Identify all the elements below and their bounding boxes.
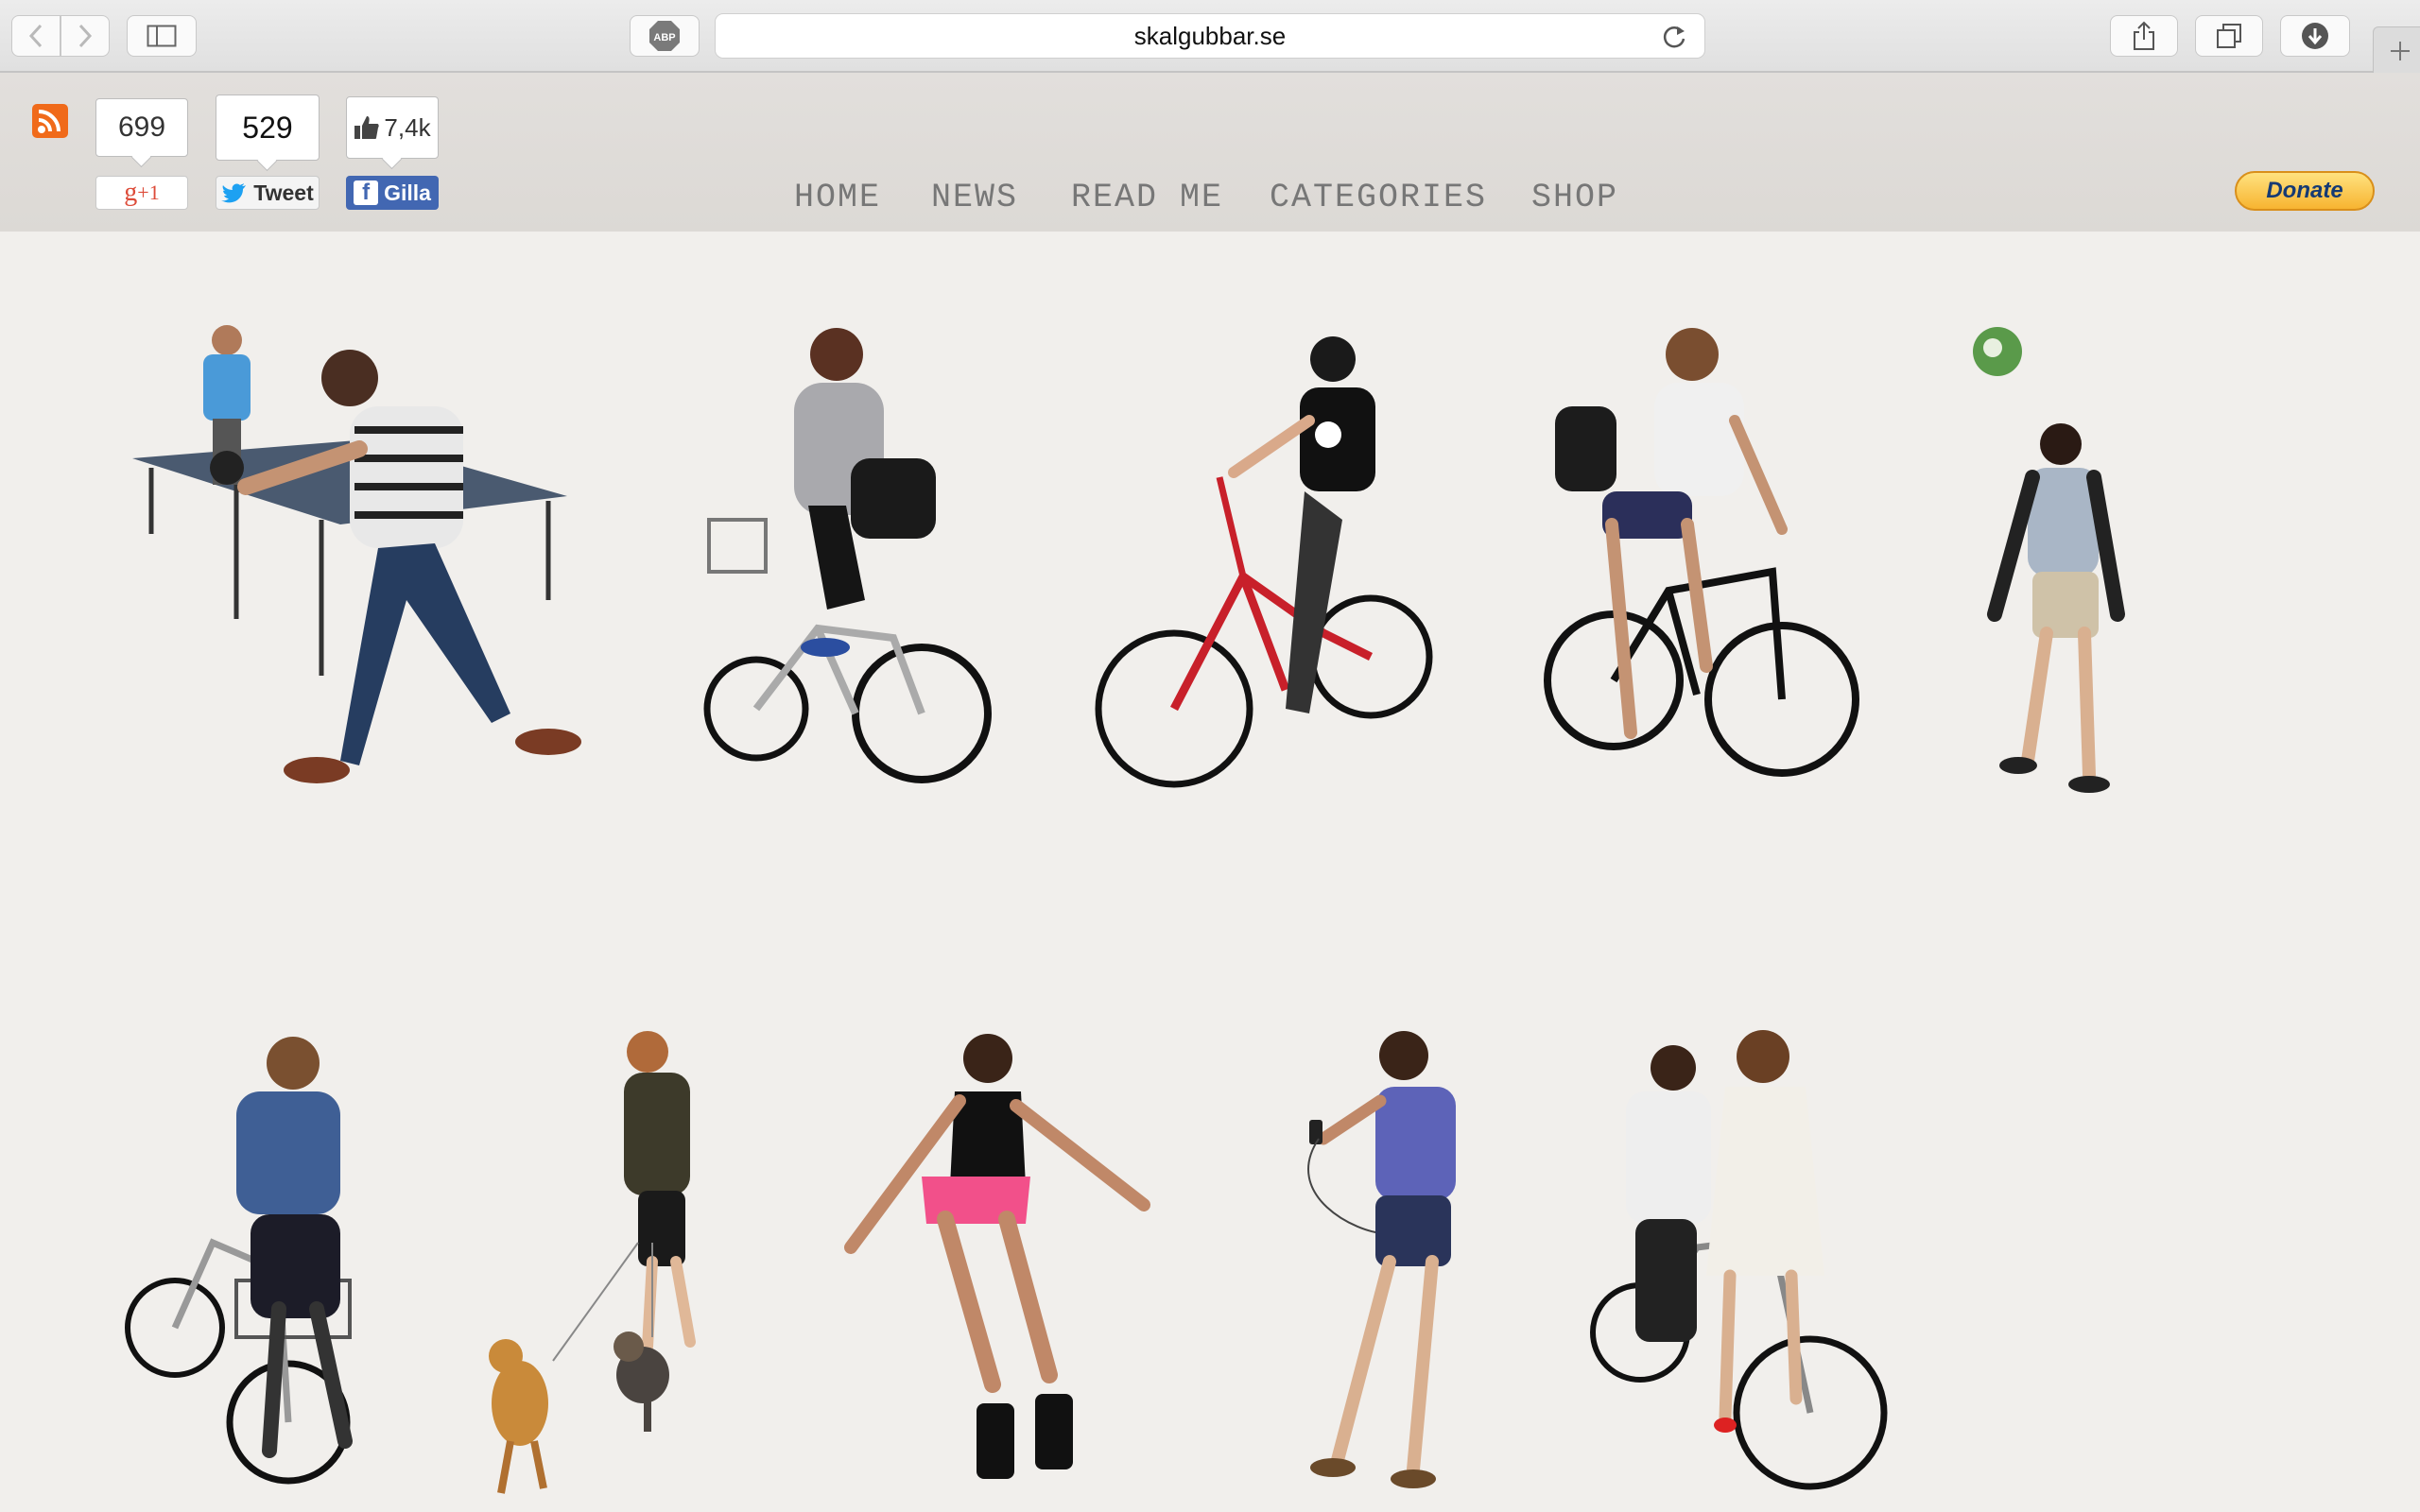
nav-news[interactable]: NEWS (931, 179, 1018, 216)
gallery-item-woman-red-bike[interactable] (1095, 331, 1437, 803)
gplus-count-value: 699 (117, 112, 166, 143)
tweet-count-value: 529 (242, 110, 293, 145)
rss-button[interactable] (32, 104, 68, 138)
facebook-icon: f (354, 180, 379, 205)
chevron-right-icon (78, 24, 93, 48)
gallery-item-man-walking-bike[interactable] (125, 1025, 373, 1503)
ping-pong-figure (132, 325, 581, 783)
thumbs-up-icon (354, 116, 380, 139)
gallery-item-couple-bike[interactable] (1583, 1021, 1895, 1503)
cyclist-bag-figure (703, 328, 992, 783)
gplus-g-icon: g (124, 178, 138, 207)
twitter-bird-icon (221, 183, 247, 203)
tabs-icon (2217, 24, 2241, 48)
url-text: skalgubbar.se (1133, 21, 1287, 50)
gallery-item-man-headphones[interactable] (1281, 1025, 1498, 1503)
adblock-button[interactable]: ABP (630, 15, 700, 57)
sidebar-button[interactable] (127, 15, 197, 57)
tweet-count: 529 (216, 94, 320, 161)
share-button[interactable] (2110, 15, 2178, 57)
football-header-figure (1973, 327, 2125, 793)
gallery-item-man-with-dogs[interactable] (477, 1025, 733, 1503)
svg-text:ABP: ABP (653, 32, 675, 43)
woman-red-bike-figure (1095, 336, 1433, 788)
facebook-like-button[interactable]: f Gilla (346, 176, 439, 210)
plus-icon (2390, 41, 2410, 60)
share-icon (2134, 21, 2154, 50)
gplus-label: +1 (137, 180, 160, 204)
gallery-item-football-header[interactable] (1966, 321, 2174, 803)
like-count: 7,4k (346, 96, 439, 159)
tweet-label: Tweet (253, 180, 314, 205)
new-tab-button[interactable] (2373, 26, 2420, 74)
gallery-item-ping-pong[interactable] (123, 317, 605, 808)
gplus-count: 699 (95, 98, 188, 157)
chevron-left-icon (28, 24, 43, 48)
facebook-label: Gilla (384, 180, 431, 205)
rss-icon (38, 110, 60, 133)
nav-read-me[interactable]: READ ME (1071, 179, 1223, 216)
woman-rollerblading-figure (844, 1034, 1150, 1479)
back-button[interactable] (11, 15, 60, 57)
browser-toolbar: ABP skalgubbar.se (0, 0, 2420, 74)
reload-icon[interactable] (1661, 24, 1687, 50)
address-bar[interactable]: skalgubbar.se (715, 13, 1705, 59)
tabs-button[interactable] (2195, 15, 2263, 57)
couple-bike-figure (1590, 1030, 1888, 1490)
forward-button[interactable] (60, 15, 110, 57)
sidebar-icon (147, 25, 177, 47)
downloads-button[interactable] (2280, 15, 2350, 57)
donate-label: Donate (2266, 178, 2343, 203)
nav-categories[interactable]: CATEGORIES (1270, 179, 1487, 216)
gallery-item-woman-rollerblading[interactable] (827, 1025, 1177, 1503)
gallery-item-cyclist-bag[interactable] (703, 326, 997, 803)
adblock-icon: ABP (649, 21, 680, 51)
donate-button[interactable]: Donate (2235, 171, 2375, 211)
man-with-dogs-figure (489, 1031, 696, 1494)
like-count-value: 7,4k (384, 112, 431, 142)
gallery-item-cyclist-backpack[interactable] (1544, 326, 1867, 803)
cyclist-backpack-figure (1544, 328, 1859, 777)
man-walking-bike-figure (125, 1037, 353, 1485)
nav-shop[interactable]: SHOP (1531, 179, 1618, 216)
download-icon (2302, 23, 2328, 49)
nav-home[interactable]: HOME (794, 179, 881, 216)
gplus-button[interactable]: g +1 (95, 176, 188, 210)
man-headphones-figure (1307, 1031, 1456, 1488)
tweet-button[interactable]: Tweet (216, 176, 320, 210)
